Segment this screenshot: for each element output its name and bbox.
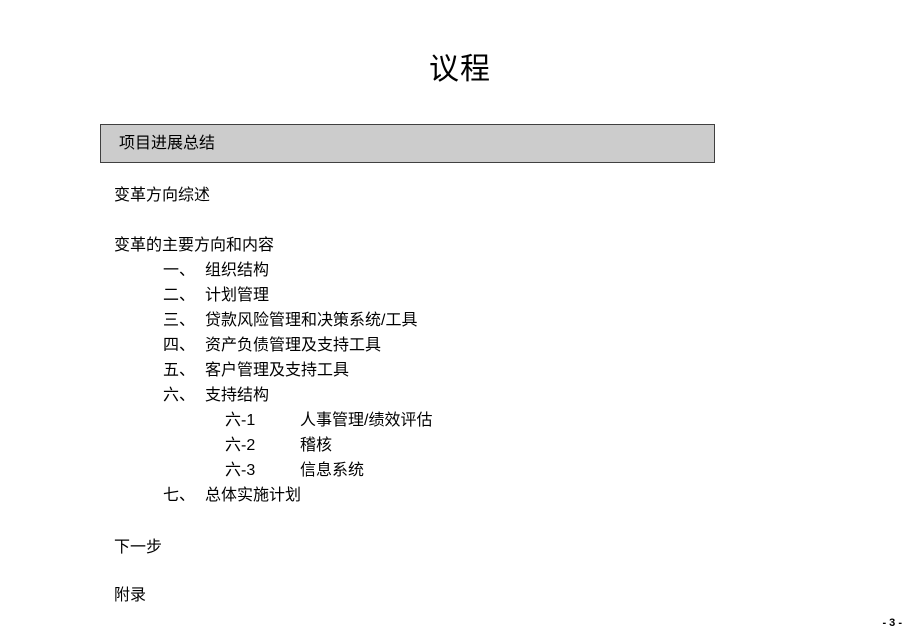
agenda-item-number: 七、 bbox=[163, 487, 196, 504]
agenda-item-label[interactable]: 组织结构 bbox=[205, 261, 269, 281]
slide-canvas: 议程 项目进展总结 变革方向综述 变革的主要方向和内容 一、 组织结构 二、 计… bbox=[0, 0, 920, 638]
agenda-section-heading[interactable]: 变革的主要方向和内容 bbox=[114, 236, 274, 256]
agenda-item-number: 六、 bbox=[163, 387, 196, 404]
page-title: 议程 bbox=[429, 53, 491, 86]
agenda-highlight-label: 项目进展总结 bbox=[119, 135, 216, 152]
agenda-item-label[interactable]: 贷款风险管理和决策系统/工具 bbox=[205, 311, 417, 331]
agenda-item-number: 一、 bbox=[163, 262, 196, 279]
agenda-section-heading[interactable]: 附录 bbox=[114, 586, 146, 606]
agenda-item-number: 五、 bbox=[163, 362, 196, 379]
agenda-subitem-number: 六-3 bbox=[225, 462, 256, 479]
agenda-item-label[interactable]: 资产负债管理及支持工具 bbox=[205, 336, 381, 356]
agenda-subitem-number: 六-2 bbox=[225, 437, 256, 454]
agenda-item-number: 二、 bbox=[163, 287, 196, 304]
agenda-item-label[interactable]: 支持结构 bbox=[205, 386, 269, 406]
agenda-subitem-label[interactable]: 稽核 bbox=[300, 436, 332, 456]
agenda-highlight-bar[interactable]: 项目进展总结 bbox=[100, 124, 715, 163]
agenda-item-number: 三、 bbox=[163, 312, 196, 329]
agenda-item-label[interactable]: 客户管理及支持工具 bbox=[205, 361, 349, 381]
agenda-item-label[interactable]: 总体实施计划 bbox=[205, 486, 301, 506]
agenda-item-label[interactable]: 计划管理 bbox=[205, 286, 269, 306]
agenda-subitem-number: 六-1 bbox=[225, 412, 256, 429]
page-number: - 3 - bbox=[882, 617, 902, 629]
agenda-subitem-label[interactable]: 人事管理/绩效评估 bbox=[300, 411, 432, 431]
agenda-section-heading[interactable]: 下一步 bbox=[114, 538, 162, 558]
agenda-subitem-label[interactable]: 信息系统 bbox=[300, 461, 364, 481]
agenda-item-number: 四、 bbox=[163, 337, 196, 354]
agenda-section-heading[interactable]: 变革方向综述 bbox=[114, 186, 210, 206]
